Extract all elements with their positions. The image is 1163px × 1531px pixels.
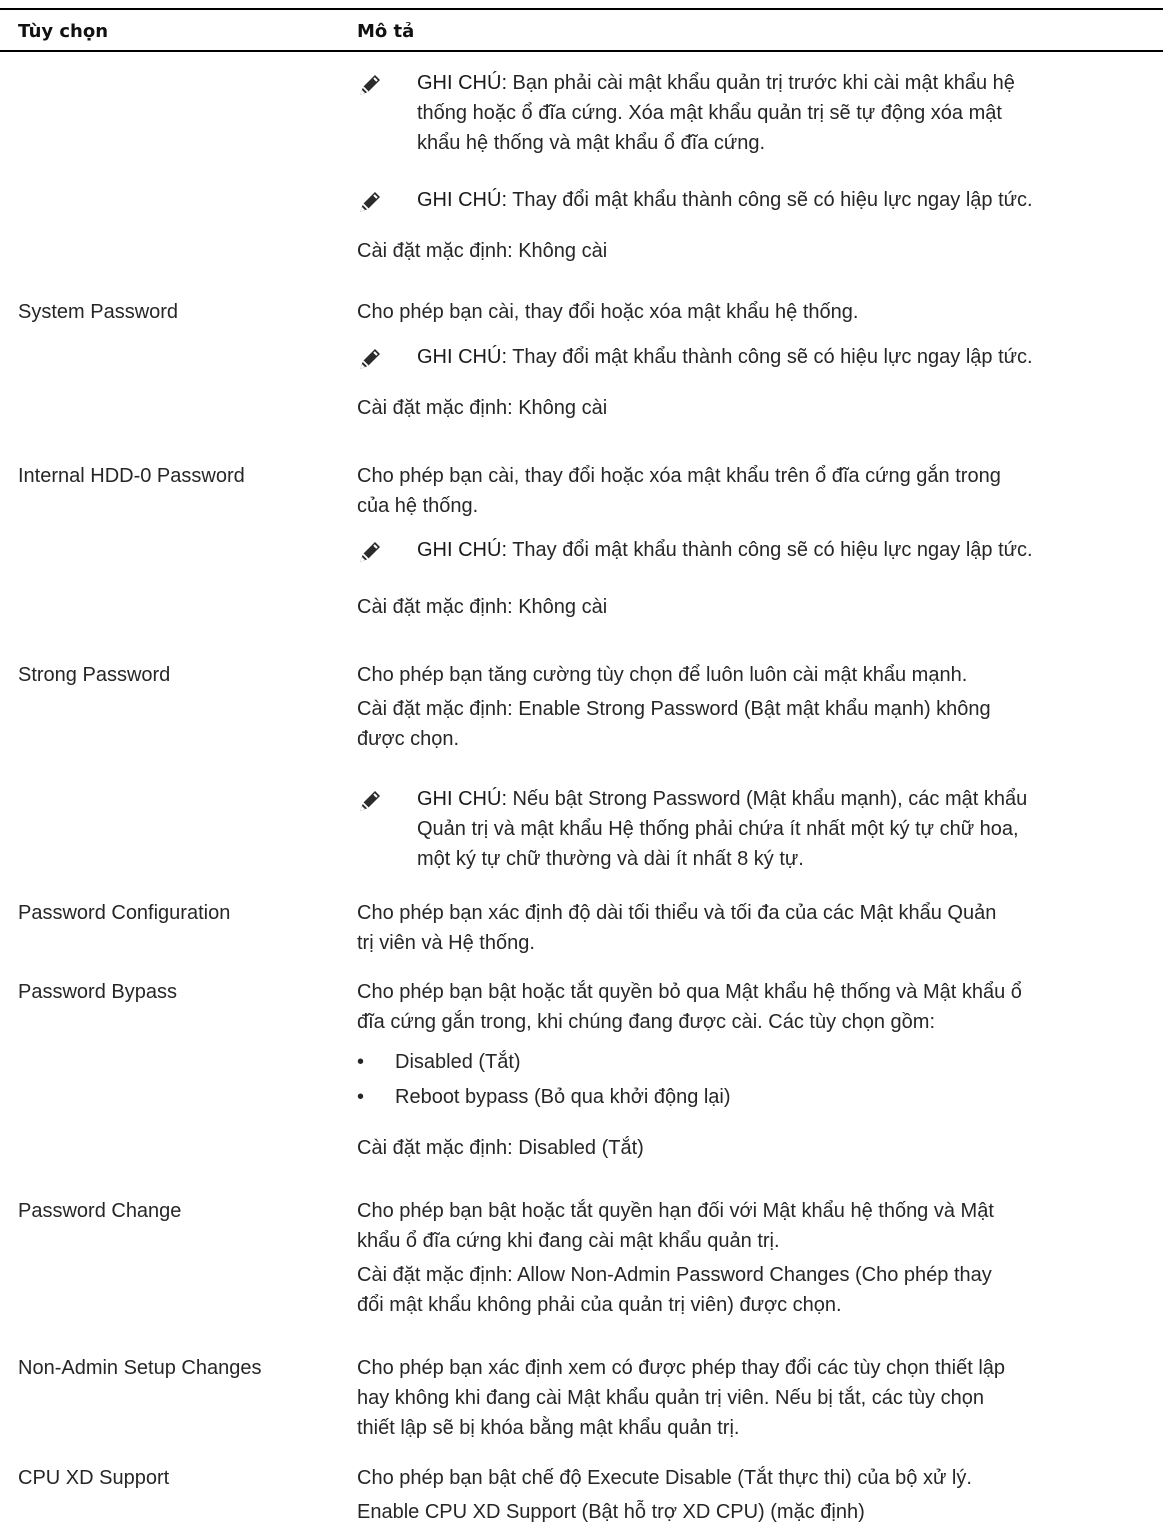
table-header: Tùy chọn Mô tả	[0, 8, 1163, 52]
note-password-change-effect: GHI CHÚ: Thay đổi mật khẩu thành công sẽ…	[357, 185, 1157, 217]
option-password-configuration: Password Configuration	[18, 902, 231, 924]
description: Cho phép bạn cài, thay đổi hoặc xóa mật …	[357, 465, 1001, 517]
description: Cho phép bạn bật chế độ Execute Disable …	[357, 1467, 972, 1489]
note-pencil-icon	[357, 72, 383, 98]
description: Cho phép bạn xác định độ dài tối thiểu v…	[357, 902, 997, 954]
option-system-password: System Password	[18, 301, 179, 323]
description: Cho phép bạn tăng cường tùy chọn để luôn…	[357, 664, 968, 686]
default-setting: Cài đặt mặc định: Không cài	[357, 397, 608, 419]
description: Cho phép bạn cài, thay đổi hoặc xóa mật …	[357, 301, 859, 323]
option-strong-password: Strong Password	[18, 664, 171, 686]
option-cpu-xd-support: CPU XD Support	[18, 1467, 170, 1489]
description: Cho phép bạn bật hoặc tắt quyền bỏ qua M…	[357, 981, 1022, 1033]
column-header-option: Tùy chọn	[18, 21, 109, 42]
bios-security-options-page: Tùy chọn Mô tả GHI CHÚ: Bạn phải cài mật…	[0, 0, 1163, 1531]
note-text: thống hoặc ổ đĩa cứng. Xóa mật khẩu quản…	[417, 102, 1002, 124]
default-setting: Enable CPU XD Support (Bật hỗ trợ XD CPU…	[357, 1501, 865, 1523]
option-non-admin-setup-changes: Non-Admin Setup Changes	[18, 1357, 262, 1379]
note-password-change-effect: GHI CHÚ: Thay đổi mật khẩu thành công sẽ…	[357, 535, 1157, 567]
note-label: GHI CHÚ:	[417, 72, 507, 94]
default-setting: Cài đặt mặc định: Không cài	[357, 240, 608, 262]
default-setting: Cài đặt mặc định: Không cài	[357, 596, 608, 618]
note-text: khẩu hệ thống và mật khẩu ổ đĩa cứng.	[417, 132, 766, 154]
note-strong-password: GHI CHÚ: Nếu bật Strong Password (Mật kh…	[357, 784, 1157, 880]
note-label: GHI CHÚ:	[417, 189, 507, 211]
default-setting: Cài đặt mặc định: Disabled (Tắt)	[357, 1137, 644, 1159]
note-password-change-effect: GHI CHÚ: Thay đổi mật khẩu thành công sẽ…	[357, 342, 1157, 374]
description: Cho phép bạn xác định xem có được phép t…	[357, 1357, 1006, 1439]
note-pencil-icon	[357, 346, 383, 372]
column-header-description: Mô tả	[357, 21, 415, 42]
note-label: GHI CHÚ:	[417, 346, 507, 368]
option-password-change: Password Change	[18, 1200, 182, 1222]
note-pencil-icon	[357, 788, 383, 814]
option-internal-hdd-password: Internal HDD-0 Password	[18, 465, 245, 487]
option-password-bypass: Password Bypass	[18, 981, 177, 1003]
bullet-dot: •	[357, 1086, 365, 1108]
note-admin-required: GHI CHÚ: Bạn phải cài mật khẩu quản trị …	[357, 68, 1157, 164]
default-setting: Cài đặt mặc định: Enable Strong Password…	[357, 698, 991, 750]
note-pencil-icon	[357, 539, 383, 565]
description: Cho phép bạn bật hoặc tắt quyền hạn đối …	[357, 1200, 994, 1252]
note-label: GHI CHÚ:	[417, 788, 507, 810]
note-pencil-icon	[357, 189, 383, 215]
note-label: GHI CHÚ:	[417, 539, 507, 561]
bullet-dot: •	[357, 1051, 365, 1073]
default-setting: Cài đặt mặc định: Allow Non-Admin Passwo…	[357, 1264, 992, 1316]
